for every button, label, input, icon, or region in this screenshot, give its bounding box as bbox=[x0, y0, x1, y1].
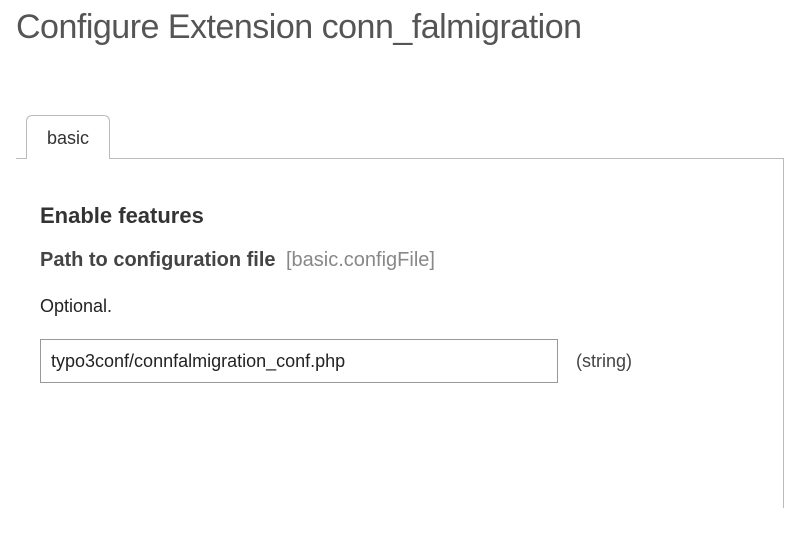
field-hint: Optional. bbox=[40, 296, 759, 317]
page-title: Configure Extension conn_falmigration bbox=[16, 8, 784, 47]
field-label-row: Path to configuration file [basic.config… bbox=[40, 249, 759, 272]
config-file-input[interactable] bbox=[40, 339, 558, 383]
type-hint: (string) bbox=[576, 351, 632, 372]
tab-panel: Enable features Path to configuration fi… bbox=[16, 158, 784, 508]
tab-container: basic Enable features Path to configurat… bbox=[16, 115, 784, 508]
section-heading-enable-features: Enable features bbox=[40, 203, 759, 229]
field-key: [basic.configFile] bbox=[286, 249, 435, 271]
tab-basic[interactable]: basic bbox=[26, 115, 110, 159]
input-row: (string) bbox=[40, 339, 759, 383]
field-label: Path to configuration file bbox=[40, 249, 276, 271]
